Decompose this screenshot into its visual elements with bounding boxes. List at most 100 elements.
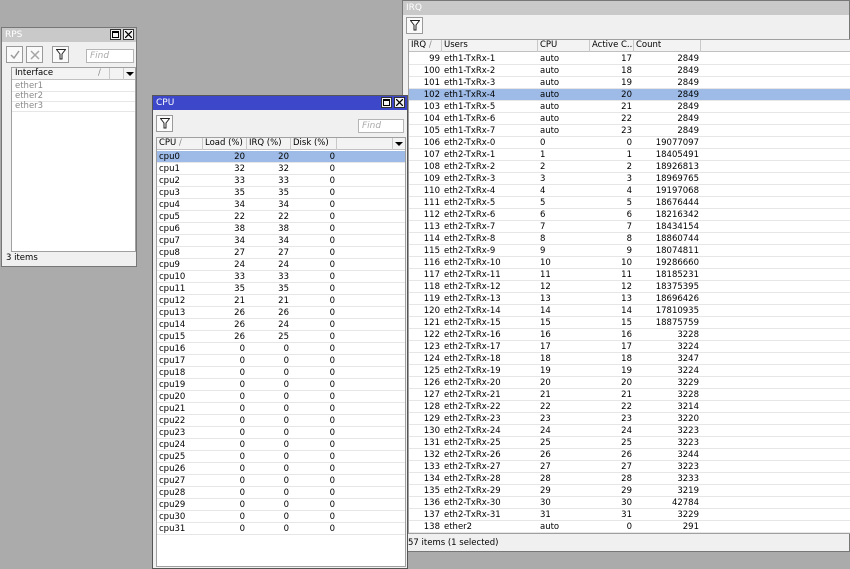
irq-row[interactable]: 104 eth1-TxRx-6 auto 22 2849: [409, 113, 850, 125]
irq-row[interactable]: 129 eth2-TxRx-23 23 23 3220: [409, 413, 850, 425]
irq-row[interactable]: 107 eth2-TxRx-1 1 1 18405491: [409, 149, 850, 161]
filter-icon: [55, 49, 66, 60]
maximize-icon[interactable]: [381, 97, 392, 108]
cpu-row[interactable]: cpu21 0 0 0: [157, 403, 405, 415]
filter-button[interactable]: [156, 115, 173, 132]
cpu-row[interactable]: cpu30 0 0 0: [157, 511, 405, 523]
rps-find-input[interactable]: Find: [86, 49, 134, 63]
cpu-row[interactable]: cpu10 33 33 0: [157, 271, 405, 283]
cpu-row[interactable]: cpu12 21 21 0: [157, 295, 405, 307]
col-disk[interactable]: Disk (%): [291, 138, 337, 150]
maximize-icon[interactable]: [110, 29, 121, 40]
irq-row[interactable]: 136 eth2-TxRx-30 30 30 42784: [409, 497, 850, 509]
irq-row[interactable]: 133 eth2-TxRx-27 27 27 3223: [409, 461, 850, 473]
irq-row[interactable]: 105 eth1-TxRx-7 auto 23 2849: [409, 125, 850, 137]
col-irq[interactable]: IRQ /: [409, 40, 442, 52]
close-icon[interactable]: [123, 29, 134, 40]
col-cpu[interactable]: CPU /: [157, 138, 203, 150]
irq-row[interactable]: 116 eth2-TxRx-10 10 10 19286660: [409, 257, 850, 269]
irq-row[interactable]: 137 eth2-TxRx-31 31 31 3229: [409, 509, 850, 521]
irq-row[interactable]: 110 eth2-TxRx-4 4 4 19197068: [409, 185, 850, 197]
disable-button[interactable]: [26, 46, 43, 63]
col-irq[interactable]: IRQ (%): [247, 138, 291, 150]
cpu-row[interactable]: cpu31 0 0 0: [157, 523, 405, 535]
cpu-row[interactable]: cpu14 26 24 0: [157, 319, 405, 331]
cpu-row[interactable]: cpu24 0 0 0: [157, 439, 405, 451]
cpu-row[interactable]: cpu3 35 35 0: [157, 187, 405, 199]
cpu-row[interactable]: cpu17 0 0 0: [157, 355, 405, 367]
filter-button[interactable]: [52, 46, 69, 63]
cpu-row[interactable]: cpu9 24 24 0: [157, 259, 405, 271]
cpu-row[interactable]: cpu1 32 32 0: [157, 163, 405, 175]
irq-row[interactable]: 112 eth2-TxRx-6 6 6 18216342: [409, 209, 850, 221]
irq-row[interactable]: 125 eth2-TxRx-19 19 19 3224: [409, 365, 850, 377]
irq-row[interactable]: 123 eth2-TxRx-17 17 17 3224: [409, 341, 850, 353]
irq-row[interactable]: 130 eth2-TxRx-24 24 24 3223: [409, 425, 850, 437]
irq-row[interactable]: 119 eth2-TxRx-13 13 13 18696426: [409, 293, 850, 305]
irq-row[interactable]: 127 eth2-TxRx-21 21 21 3228: [409, 389, 850, 401]
cpu-row[interactable]: cpu0 20 20 0: [157, 151, 405, 163]
cpu-row[interactable]: cpu18 0 0 0: [157, 367, 405, 379]
cpu-row[interactable]: cpu2 33 33 0: [157, 175, 405, 187]
cpu-row[interactable]: cpu4 34 34 0: [157, 199, 405, 211]
irq-row[interactable]: 118 eth2-TxRx-12 12 12 18375395: [409, 281, 850, 293]
irq-row[interactable]: 138 ether2 auto 0 291: [409, 521, 850, 533]
cpu-row[interactable]: cpu29 0 0 0: [157, 499, 405, 511]
rps-row[interactable]: ether3: [12, 100, 135, 112]
irq-row[interactable]: 101 eth1-TxRx-3 auto 19 2849: [409, 77, 850, 89]
col-cpu[interactable]: CPU: [538, 40, 590, 52]
cpu-row[interactable]: cpu28 0 0 0: [157, 487, 405, 499]
cpu-row[interactable]: cpu26 0 0 0: [157, 463, 405, 475]
rps-titlebar[interactable]: RPS: [2, 28, 136, 42]
irq-row[interactable]: 117 eth2-TxRx-11 11 11 18185231: [409, 269, 850, 281]
irq-row[interactable]: 128 eth2-TxRx-22 22 22 3214: [409, 401, 850, 413]
cpu-find-input[interactable]: Find: [358, 119, 404, 133]
irq-row[interactable]: 114 eth2-TxRx-8 8 8 18860744: [409, 233, 850, 245]
irq-row[interactable]: 102 eth1-TxRx-4 auto 20 2849: [409, 89, 850, 101]
irq-row[interactable]: 131 eth2-TxRx-25 25 25 3223: [409, 437, 850, 449]
enable-button[interactable]: [6, 46, 23, 63]
irq-row[interactable]: 111 eth2-TxRx-5 5 5 18676444: [409, 197, 850, 209]
irq-row[interactable]: 108 eth2-TxRx-2 2 2 18926813: [409, 161, 850, 173]
col-count[interactable]: Count: [634, 40, 701, 52]
cpu-row[interactable]: cpu8 27 27 0: [157, 247, 405, 259]
cpu-row[interactable]: cpu20 0 0 0: [157, 391, 405, 403]
irq-row[interactable]: 113 eth2-TxRx-7 7 7 18434154: [409, 221, 850, 233]
cpu-row[interactable]: cpu5 22 22 0: [157, 211, 405, 223]
filter-button[interactable]: [406, 17, 423, 34]
columns-dropdown-icon[interactable]: [124, 68, 135, 80]
irq-row[interactable]: 132 eth2-TxRx-26 26 26 3244: [409, 449, 850, 461]
irq-row[interactable]: 103 eth1-TxRx-5 auto 21 2849: [409, 101, 850, 113]
irq-row[interactable]: 135 eth2-TxRx-29 29 29 3219: [409, 485, 850, 497]
cpu-row[interactable]: cpu22 0 0 0: [157, 415, 405, 427]
irq-row[interactable]: 109 eth2-TxRx-3 3 3 18969765: [409, 173, 850, 185]
irq-row[interactable]: 124 eth2-TxRx-18 18 18 3247: [409, 353, 850, 365]
cpu-row[interactable]: cpu11 35 35 0: [157, 283, 405, 295]
irq-row[interactable]: 100 eth1-TxRx-2 auto 18 2849: [409, 65, 850, 77]
col-load[interactable]: Load (%): [203, 138, 247, 150]
irq-row[interactable]: 106 eth2-TxRx-0 0 0 19077097: [409, 137, 850, 149]
irq-row[interactable]: 99 eth1-TxRx-1 auto 17 2849: [409, 53, 850, 65]
irq-row[interactable]: 115 eth2-TxRx-9 9 9 18074811: [409, 245, 850, 257]
cpu-row[interactable]: cpu25 0 0 0: [157, 451, 405, 463]
cpu-titlebar[interactable]: CPU: [153, 96, 407, 110]
cpu-row[interactable]: cpu15 26 25 0: [157, 331, 405, 343]
close-icon[interactable]: [394, 97, 405, 108]
cpu-row[interactable]: cpu16 0 0 0: [157, 343, 405, 355]
col-active-cpu[interactable]: Active C...: [590, 40, 634, 52]
columns-dropdown-icon[interactable]: [393, 138, 405, 150]
cpu-row[interactable]: cpu7 34 34 0: [157, 235, 405, 247]
count-cell: 3219: [677, 486, 699, 496]
cpu-row[interactable]: cpu27 0 0 0: [157, 475, 405, 487]
irq-row[interactable]: 134 eth2-TxRx-28 28 28 3233: [409, 473, 850, 485]
cpu-row[interactable]: cpu13 26 26 0: [157, 307, 405, 319]
irq-row[interactable]: 120 eth2-TxRx-14 14 14 17810935: [409, 305, 850, 317]
cpu-row[interactable]: cpu19 0 0 0: [157, 379, 405, 391]
col-users[interactable]: Users: [442, 40, 538, 52]
cpu-row[interactable]: cpu6 38 38 0: [157, 223, 405, 235]
irq-row[interactable]: 126 eth2-TxRx-20 20 20 3229: [409, 377, 850, 389]
irq-titlebar[interactable]: IRQ: [403, 1, 849, 15]
irq-row[interactable]: 122 eth2-TxRx-16 16 16 3228: [409, 329, 850, 341]
irq-row[interactable]: 121 eth2-TxRx-15 15 15 18875759: [409, 317, 850, 329]
cpu-row[interactable]: cpu23 0 0 0: [157, 427, 405, 439]
